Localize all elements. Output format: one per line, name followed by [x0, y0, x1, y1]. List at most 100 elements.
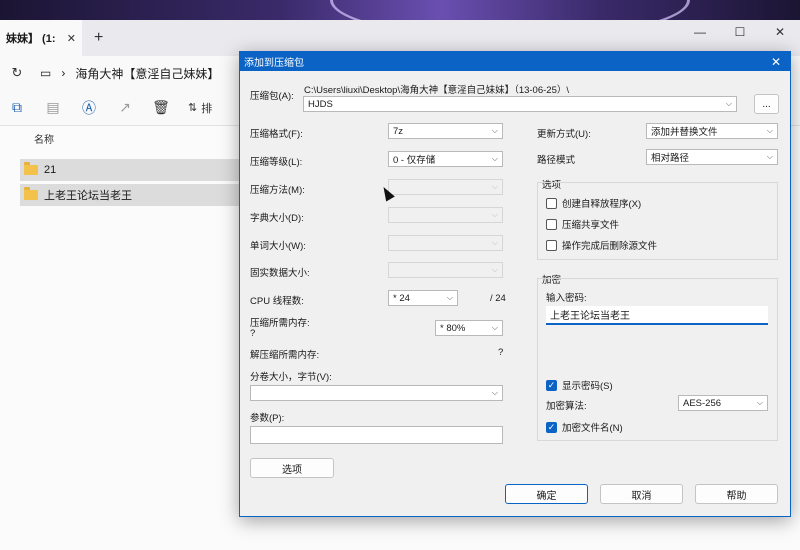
path-mode-label: 路径模式	[537, 155, 576, 166]
chevron-down-icon: ⌵	[491, 388, 498, 397]
update-mode-value: 添加并替换文件	[651, 127, 718, 138]
format-select[interactable]: 7z ⌵	[388, 123, 503, 139]
minimize-button[interactable]: —	[680, 20, 720, 44]
share-icon[interactable]: ↗	[116, 99, 134, 117]
window-controls: — ☐ ✕	[680, 20, 800, 44]
browse-button[interactable]: ...	[754, 94, 779, 114]
folder-icon	[24, 162, 38, 175]
split-size-label: 分卷大小，字节(V):	[250, 372, 332, 383]
archive-path: C:\Users\liuxi\Desktop\海角大神【意淫自己妹妹】（13-0…	[304, 85, 569, 96]
dictionary-select[interactable]: ⌵	[388, 207, 503, 223]
archive-label: 压缩包(A):	[250, 91, 294, 102]
solid-size-select[interactable]: ⌵	[388, 262, 503, 278]
format-value: 7z	[393, 125, 404, 137]
help-button[interactable]: 帮助	[695, 484, 778, 504]
password-input[interactable]: 上老王论坛当老王	[546, 306, 768, 325]
chevron-down-icon: ⌵	[725, 99, 732, 108]
chevron-down-icon: ⌵	[766, 126, 773, 135]
method-label: 压缩方法(M):	[250, 185, 305, 196]
word-size-label: 单词大小(W):	[250, 241, 306, 252]
compress-shared-checkbox[interactable]: 压缩共享文件	[546, 217, 619, 231]
compress-shared-label: 压缩共享文件	[562, 220, 620, 231]
parameters-label: 参数(P):	[250, 413, 285, 424]
update-mode-label: 更新方式(U):	[537, 129, 591, 140]
parameters-input[interactable]	[250, 426, 503, 444]
ok-button[interactable]: 确定	[505, 484, 588, 504]
checkbox-box: ✓	[546, 379, 557, 391]
options-button[interactable]: 选项	[250, 458, 334, 478]
delete-after-checkbox[interactable]: 操作完成后删除源文件	[546, 238, 657, 252]
delete-after-label: 操作完成后删除源文件	[562, 241, 658, 252]
tab-title: 妹妹】 (1:	[6, 33, 56, 45]
encryption-method-select[interactable]: AES-256 ⌵	[678, 395, 768, 411]
list-item[interactable]: 上老王论坛当老王	[20, 184, 250, 206]
copy-icon[interactable]: ⧉	[8, 99, 26, 117]
close-window-button[interactable]: ✕	[760, 20, 800, 44]
sort-button[interactable]: ⇅ 排	[188, 100, 212, 116]
chevron-down-icon: ⌵	[491, 238, 498, 247]
cpu-threads-total: / 24	[490, 293, 506, 304]
chevron-down-icon: ⌵	[766, 152, 773, 161]
chevron-down-icon: ⌵	[491, 126, 498, 135]
encrypt-names-label: 加密文件名(N)	[562, 423, 623, 434]
dictionary-label: 字典大小(D):	[250, 213, 304, 224]
encryption-method-value: AES-256	[683, 397, 722, 409]
refresh-icon[interactable]: ↻	[8, 65, 26, 81]
create-sfx-checkbox[interactable]: 创建自释放程序(X)	[546, 196, 641, 210]
checkbox-box	[546, 218, 557, 230]
memory-value-unknown: ?	[250, 328, 256, 339]
breadcrumb[interactable]: ▭ › 海角大神【意淫自己妹妹】	[40, 65, 219, 82]
archive-name-combo[interactable]: HJDS ⌵	[303, 96, 737, 112]
password-value: 上老王论坛当老王	[550, 311, 630, 322]
level-select[interactable]: 0 - 仅存储 ⌵	[388, 151, 503, 167]
sort-icon: ⇅	[188, 102, 198, 114]
method-select[interactable]: ⌵	[388, 179, 503, 195]
sort-label: 排	[201, 102, 213, 115]
decompress-memory-value: ?	[498, 347, 504, 358]
encrypt-names-checkbox[interactable]: ✓ 加密文件名(N)	[546, 420, 623, 434]
format-label: 压缩格式(F):	[250, 129, 303, 140]
memory-label: 压缩所需内存:	[250, 318, 310, 329]
chevron-down-icon: ⌵	[491, 265, 498, 274]
checkbox-box: ✓	[546, 421, 557, 433]
cpu-threads-value: * 24	[393, 292, 410, 304]
chevron-down-icon: ⌵	[491, 182, 498, 191]
folder-icon	[24, 187, 38, 200]
split-size-combo[interactable]: ⌵	[250, 385, 503, 401]
chevron-down-icon: ⌵	[491, 154, 498, 163]
cpu-threads-label: CPU 线程数:	[250, 296, 304, 307]
archive-name-value: HJDS	[308, 98, 333, 110]
tab-close-icon[interactable]: ✕	[67, 32, 76, 45]
rename-icon[interactable]: Ⓐ	[80, 99, 98, 117]
path-mode-value: 相对路径	[651, 153, 690, 164]
new-tab-button[interactable]: +	[94, 29, 103, 47]
cpu-threads-select[interactable]: * 24 ⌵	[388, 290, 458, 306]
path-mode-select[interactable]: 相对路径 ⌵	[646, 149, 778, 165]
level-label: 压缩等级(L):	[250, 157, 303, 168]
add-to-archive-dialog: 添加到压缩包 ✕ 压缩包(A): C:\Users\liuxi\Desktop\…	[239, 51, 791, 517]
chevron-down-icon: ⌵	[446, 293, 453, 302]
file-name: 21	[44, 164, 57, 176]
explorer-tab[interactable]: 妹妹】 (1: ✕	[0, 20, 82, 56]
dialog-titlebar[interactable]: 添加到压缩包 ✕	[240, 52, 790, 71]
dialog-close-button[interactable]: ✕	[762, 55, 790, 69]
computer-icon[interactable]: ▭	[40, 66, 51, 80]
list-item[interactable]: 21	[20, 159, 250, 181]
chevron-down-icon: ⌵	[491, 210, 498, 219]
show-password-label: 显示密码(S)	[562, 381, 613, 392]
dialog-title: 添加到压缩包	[244, 58, 304, 69]
delete-icon[interactable]: 🗑	[152, 99, 170, 117]
cancel-button[interactable]: 取消	[600, 484, 683, 504]
decompress-memory-label: 解压缩所需内存:	[250, 350, 320, 361]
chevron-down-icon: ⌵	[756, 398, 763, 407]
password-label: 输入密码:	[546, 293, 587, 304]
show-password-checkbox[interactable]: ✓ 显示密码(S)	[546, 378, 613, 392]
memory-usage-select[interactable]: * 80% ⌵	[435, 320, 503, 336]
paste-icon[interactable]: ▤	[44, 99, 62, 117]
memory-usage-value: * 80%	[440, 322, 466, 334]
maximize-button[interactable]: ☐	[720, 20, 760, 44]
update-mode-select[interactable]: 添加并替换文件 ⌵	[646, 123, 778, 139]
breadcrumb-folder[interactable]: 海角大神【意淫自己妹妹】	[75, 65, 219, 82]
checkbox-box	[546, 197, 557, 209]
word-size-select[interactable]: ⌵	[388, 235, 503, 251]
